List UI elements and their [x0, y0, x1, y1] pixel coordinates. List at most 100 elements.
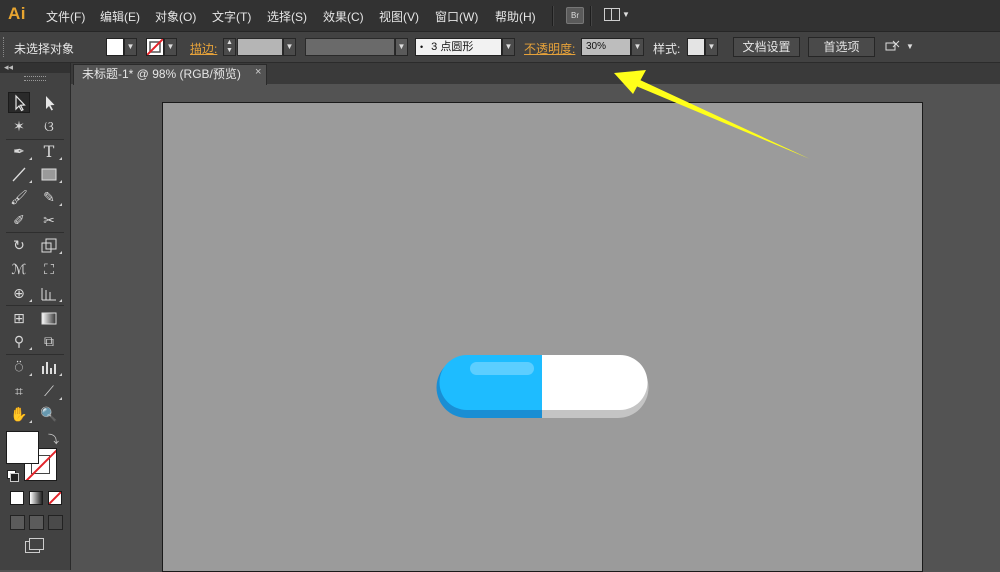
brush-dropdown[interactable]: ▼	[502, 38, 515, 56]
menu-separator	[590, 6, 592, 26]
tool-separator	[6, 232, 64, 233]
control-bar-grip[interactable]	[3, 37, 7, 57]
menu-view[interactable]: 视图(V)	[379, 8, 419, 25]
selection-tool-icon[interactable]	[8, 92, 30, 113]
stroke-weight-dropdown[interactable]: ▼	[283, 38, 296, 56]
free-transform-tool-icon[interactable]: ⛶	[38, 259, 60, 280]
no-fill-icon	[49, 492, 61, 504]
mesh-tool-icon[interactable]: ⊞	[8, 308, 30, 329]
stroke-label-link[interactable]: 描边:	[190, 40, 217, 57]
tool-flyout-icon	[29, 347, 32, 350]
shape-builder-tool-icon[interactable]: ⊕	[8, 283, 30, 304]
draw-inside-icon[interactable]	[48, 515, 63, 530]
draw-normal-icon[interactable]	[10, 515, 25, 530]
screen-mode-icon[interactable]	[25, 538, 44, 553]
opacity-label-link[interactable]: 不透明度:	[524, 40, 575, 57]
tool-flyout-icon	[59, 299, 62, 302]
tool-separator	[6, 305, 64, 306]
close-icon[interactable]: ×	[255, 66, 261, 78]
menu-type[interactable]: 文字(T)	[212, 8, 251, 25]
chevron-down-icon[interactable]: ▼	[622, 10, 630, 19]
symbol-sprayer-tool-icon[interactable]: ⍥	[8, 357, 30, 378]
transform-options-icon[interactable]	[884, 39, 902, 54]
opacity-field[interactable]: 30%	[581, 38, 631, 56]
blend-tool-icon[interactable]: ⧉	[38, 331, 60, 352]
tool-flyout-icon	[29, 373, 32, 376]
lasso-tool-icon[interactable]: ଓ	[38, 116, 60, 137]
artboard-tool-icon[interactable]: ⌗	[8, 381, 30, 402]
style-label: 样式:	[653, 42, 681, 56]
tool-flyout-icon	[59, 157, 62, 160]
blob-brush-tool-icon[interactable]: ✐	[8, 210, 30, 231]
brush-definition-field[interactable]: • 3 点圆形	[415, 38, 502, 56]
width-tool-icon[interactable]: ℳ	[8, 259, 30, 280]
pencil-tool-icon[interactable]: ✎	[38, 187, 60, 208]
column-graph-tool-icon[interactable]	[38, 357, 60, 378]
menu-window[interactable]: 窗口(W)	[435, 8, 478, 25]
color-mode-button[interactable]	[10, 491, 24, 505]
chevron-down-icon[interactable]: ▼	[906, 42, 914, 51]
menu-edit[interactable]: 编辑(E)	[100, 8, 140, 25]
capsule-highlight	[470, 362, 534, 375]
brush-dot-icon: •	[420, 42, 424, 52]
menu-file[interactable]: 文件(F)	[46, 8, 85, 25]
document-setup-button[interactable]: 文档设置	[733, 37, 800, 57]
profile-dropdown[interactable]: ▼	[395, 38, 408, 56]
perspective-grid-tool-icon[interactable]	[38, 283, 60, 304]
menu-separator	[552, 6, 554, 26]
gradient-mode-button[interactable]	[29, 491, 43, 505]
tool-separator	[6, 354, 64, 355]
artboard[interactable]	[162, 102, 923, 572]
default-fill-stroke-icon[interactable]	[7, 470, 19, 482]
menu-select[interactable]: 选择(S)	[267, 8, 307, 25]
stroke-weight-field[interactable]	[237, 38, 283, 56]
tool-separator	[6, 139, 64, 140]
none-mode-button[interactable]	[48, 491, 62, 505]
capsule-right-body	[542, 355, 648, 410]
opacity-dropdown[interactable]: ▼	[631, 38, 644, 56]
scissors-tool-icon[interactable]: ✂	[38, 210, 60, 231]
document-tab[interactable]: 未标题-1* @ 98% (RGB/预览)	[73, 64, 267, 85]
fill-color-swatch[interactable]	[106, 38, 124, 56]
line-tool-icon[interactable]	[8, 164, 30, 185]
fill-swatch[interactable]	[6, 431, 39, 464]
scale-tool-icon[interactable]	[38, 235, 60, 256]
tool-flyout-icon	[59, 397, 62, 400]
preferences-button[interactable]: 首选项	[808, 37, 875, 57]
zoom-tool-icon[interactable]: 🔍	[38, 404, 60, 425]
bridge-button[interactable]: Br	[566, 7, 584, 24]
collapse-panel-icon[interactable]: ◂◂	[4, 62, 13, 73]
stroke-color-swatch[interactable]	[146, 38, 164, 56]
menu-object[interactable]: 对象(O)	[155, 8, 196, 25]
tool-flyout-icon	[29, 180, 32, 183]
eyedropper-tool-icon[interactable]: ⚲	[8, 331, 30, 352]
fill-dropdown[interactable]: ▼	[124, 38, 137, 56]
selection-status: 未选择对象	[14, 42, 75, 56]
slice-tool-icon[interactable]: ⟋	[38, 381, 60, 402]
gradient-tool-icon[interactable]	[38, 308, 60, 329]
stroke-dropdown[interactable]: ▼	[164, 38, 177, 56]
capsule-artwork[interactable]	[436, 354, 650, 420]
tools-panel-grip[interactable]	[24, 76, 46, 81]
rectangle-tool-icon[interactable]	[38, 164, 60, 185]
style-dropdown[interactable]: ▼	[705, 38, 718, 56]
swap-fill-stroke-icon[interactable]: ⤵	[48, 431, 59, 447]
no-stroke-icon	[147, 39, 163, 55]
arrange-documents-icon[interactable]	[604, 8, 620, 21]
rotate-tool-icon[interactable]: ↻	[8, 235, 30, 256]
menu-effect[interactable]: 效果(C)	[323, 8, 364, 25]
app-logo: Ai	[8, 4, 26, 23]
pen-tool-icon[interactable]: ✒	[8, 141, 30, 162]
paintbrush-tool-icon[interactable]: 🖌	[8, 187, 30, 208]
menu-help[interactable]: 帮助(H)	[495, 8, 536, 25]
magic-wand-tool-icon[interactable]: ✶	[8, 116, 30, 137]
type-tool-icon[interactable]: T	[38, 141, 60, 162]
graphic-style-swatch[interactable]	[687, 38, 705, 56]
capsule-left-half[interactable]	[436, 355, 542, 418]
variable-width-profile[interactable]	[305, 38, 395, 56]
direct-selection-tool-icon[interactable]	[38, 92, 60, 113]
capsule-right-half[interactable]	[542, 355, 649, 418]
draw-behind-icon[interactable]	[29, 515, 44, 530]
stroke-weight-stepper[interactable]: ▲ ▼	[223, 38, 236, 56]
hand-tool-icon[interactable]: ✋	[8, 404, 30, 425]
